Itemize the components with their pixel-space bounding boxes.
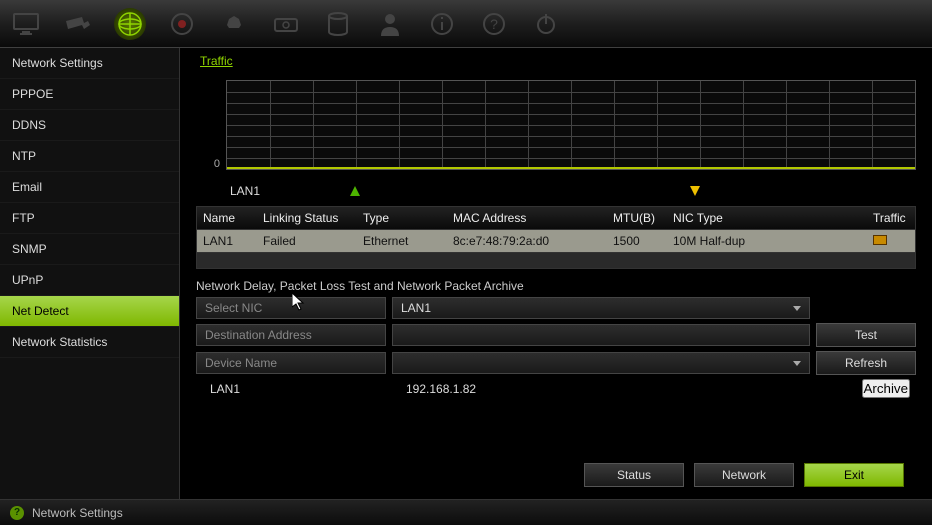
sidebar-item-network-settings[interactable]: Network Settings [0, 48, 179, 79]
col-mac: MAC Address [447, 207, 607, 229]
status-bar: ? Network Settings [0, 499, 932, 525]
cell-type: Ethernet [357, 230, 447, 252]
info-icon[interactable] [426, 8, 458, 40]
device-name-label: Device Name [196, 352, 386, 374]
chevron-down-icon [793, 306, 801, 311]
col-type: Type [357, 207, 447, 229]
select-nic-dropdown[interactable]: LAN1 [392, 297, 810, 319]
traffic-interface-label: LAN1 [230, 184, 260, 198]
user-icon[interactable] [374, 8, 406, 40]
upload-arrow-icon [350, 186, 360, 196]
nic-table-row[interactable]: LAN1 Failed Ethernet 8c:e7:48:79:2a:d0 1… [197, 230, 915, 252]
section-title: Network Delay, Packet Loss Test and Netw… [196, 279, 916, 293]
device-name-dropdown[interactable] [392, 352, 810, 374]
alarm-icon[interactable] [218, 8, 250, 40]
nic-table-header: Name Linking Status Type MAC Address MTU… [197, 207, 915, 230]
chevron-down-icon [793, 361, 801, 366]
info-lan-ip: 192.168.1.82 [398, 380, 856, 398]
cell-nic: 10M Half-dup [667, 230, 867, 252]
y-axis-zero: 0 [196, 80, 226, 170]
sidebar-item-email[interactable]: Email [0, 172, 179, 203]
archive-button[interactable]: Archive [862, 379, 910, 398]
refresh-button[interactable]: Refresh [816, 351, 916, 375]
sidebar-item-pppoe[interactable]: PPPOE [0, 79, 179, 110]
traffic-chart: 0 [196, 80, 916, 170]
destination-input[interactable] [392, 324, 810, 346]
traffic-legend: LAN1 [230, 182, 922, 200]
cell-traffic[interactable] [867, 230, 917, 252]
status-bar-text: Network Settings [32, 506, 123, 520]
sidebar: Network Settings PPPOE DDNS NTP Email FT… [0, 48, 180, 499]
network-button[interactable]: Network [694, 463, 794, 487]
traffic-chart-icon[interactable] [873, 235, 887, 245]
sidebar-item-ftp[interactable]: FTP [0, 203, 179, 234]
sidebar-item-ddns[interactable]: DDNS [0, 110, 179, 141]
col-name: Name [197, 207, 257, 229]
col-linking: Linking Status [257, 207, 357, 229]
power-icon[interactable] [530, 8, 562, 40]
chart-grid [226, 80, 916, 170]
exit-button[interactable]: Exit [804, 463, 904, 487]
cell-mtu: 1500 [607, 230, 667, 252]
status-button[interactable]: Status [584, 463, 684, 487]
hdd-icon[interactable] [270, 8, 302, 40]
form-area: Select NIC LAN1 Destination Address Test… [196, 297, 916, 402]
select-nic-value: LAN1 [401, 301, 431, 315]
sidebar-item-upnp[interactable]: UPnP [0, 265, 179, 296]
content-pane: Traffic 0 LAN [180, 48, 932, 499]
cell-name: LAN1 [197, 230, 257, 252]
camera-icon[interactable] [62, 8, 94, 40]
download-arrow-icon [690, 186, 700, 196]
help-badge-icon[interactable]: ? [10, 506, 24, 520]
bottom-button-bar: Status Network Exit [190, 449, 922, 493]
info-lan-label: LAN1 [202, 380, 392, 398]
top-icon-bar: ? [0, 0, 932, 48]
nic-table-scrollbar[interactable] [197, 252, 915, 268]
storage-icon[interactable] [322, 8, 354, 40]
main-area: Network Settings PPPOE DDNS NTP Email FT… [0, 48, 932, 499]
col-mtu: MTU(B) [607, 207, 667, 229]
record-icon[interactable] [166, 8, 198, 40]
traffic-title: Traffic [200, 54, 922, 68]
sidebar-item-snmp[interactable]: SNMP [0, 234, 179, 265]
col-traffic: Traffic [867, 207, 917, 229]
nic-table: Name Linking Status Type MAC Address MTU… [196, 206, 916, 269]
cell-linking: Failed [257, 230, 357, 252]
select-nic-label: Select NIC [196, 297, 386, 319]
sidebar-item-ntp[interactable]: NTP [0, 141, 179, 172]
svg-text:?: ? [490, 16, 498, 32]
destination-label: Destination Address [196, 324, 386, 346]
col-nic: NIC Type [667, 207, 867, 229]
monitor-icon[interactable] [10, 8, 42, 40]
sidebar-item-net-detect[interactable]: Net Detect [0, 296, 179, 327]
test-button[interactable]: Test [816, 323, 916, 347]
help-icon[interactable]: ? [478, 8, 510, 40]
cell-mac: 8c:e7:48:79:2a:d0 [447, 230, 607, 252]
sidebar-item-network-statistics[interactable]: Network Statistics [0, 327, 179, 358]
network-icon[interactable] [114, 8, 146, 40]
